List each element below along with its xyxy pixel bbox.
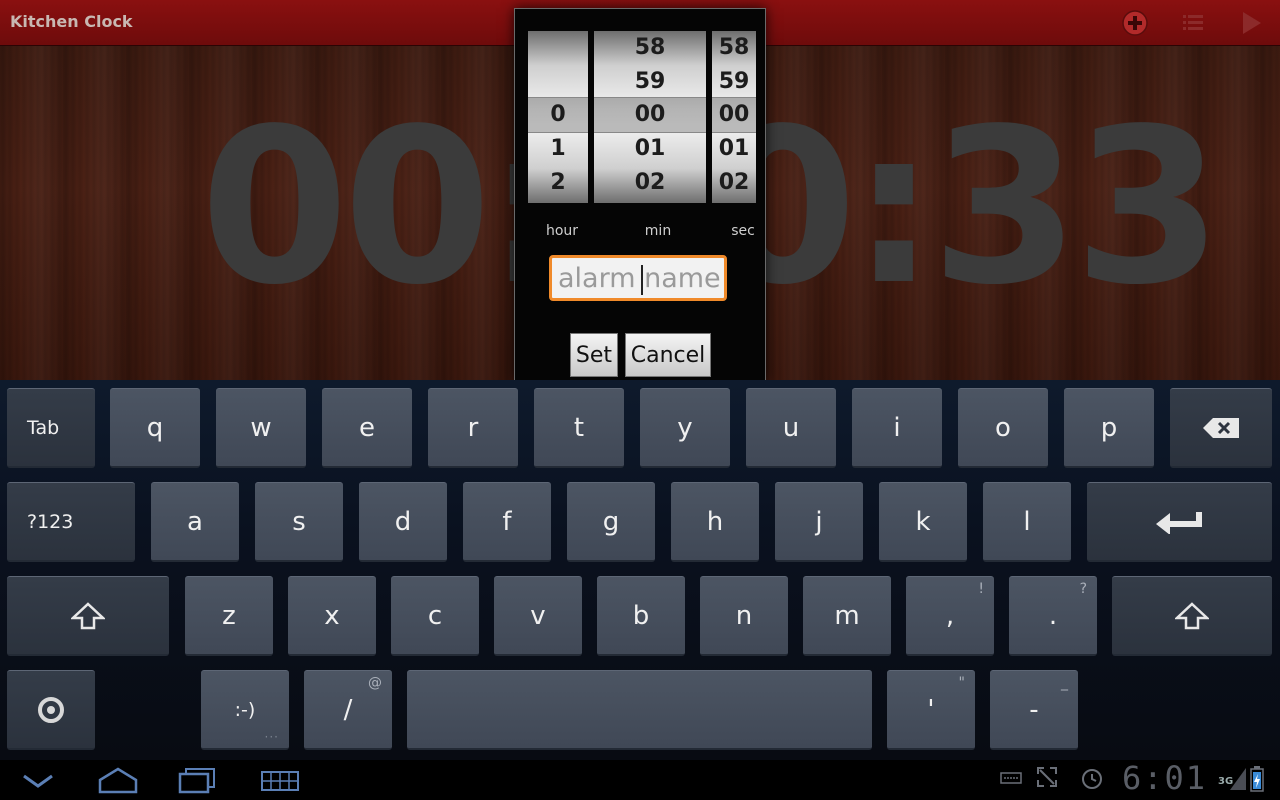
wheel-item: 0 <box>550 102 566 127</box>
list-icon[interactable] <box>1179 9 1207 37</box>
key-comma[interactable]: , ! <box>906 576 994 656</box>
symbols-key[interactable]: ?123 <box>7 482 135 562</box>
hour-label: hour <box>545 223 579 239</box>
key-j[interactable]: j <box>775 482 863 562</box>
play-icon[interactable] <box>1237 9 1265 37</box>
wheel-item <box>528 65 588 99</box>
wheel-item: 2 <box>550 170 566 195</box>
wheel-item: 59 <box>718 69 750 94</box>
app-title: Kitchen Clock <box>10 12 133 31</box>
key-z[interactable]: z <box>185 576 273 656</box>
key-period[interactable]: . ? <box>1009 576 1097 656</box>
shift-icon <box>71 601 105 629</box>
settings-key[interactable] <box>7 670 95 750</box>
smiley-label: :-) <box>234 698 256 721</box>
key-h[interactable]: h <box>671 482 759 562</box>
wheel-item: 02 <box>718 170 750 195</box>
key-k[interactable]: k <box>879 482 967 562</box>
key-n[interactable]: n <box>700 576 788 656</box>
wheel-item: 00 <box>634 102 666 127</box>
key-l[interactable]: l <box>983 482 1071 562</box>
key-x[interactable]: x <box>288 576 376 656</box>
apostrophe-label: ' <box>927 694 935 725</box>
apostrophe-hint: " <box>958 675 965 691</box>
set-button[interactable]: Set <box>570 333 618 377</box>
wheel-item: 02 <box>634 170 666 195</box>
key-b[interactable]: b <box>597 576 685 656</box>
signal-icon <box>1230 768 1246 790</box>
clock-time[interactable]: 6:01 <box>1122 760 1207 796</box>
soft-keyboard: Tab q w e r t y u i o p ?123 a s d f g h… <box>0 380 1280 760</box>
period-hint: ? <box>1079 581 1087 597</box>
slash-key[interactable]: / @ <box>304 670 392 750</box>
slash-hint: @ <box>368 675 382 691</box>
space-key[interactable] <box>407 670 872 750</box>
keyboard-status-icon <box>1000 772 1022 784</box>
screen-compat-icon[interactable] <box>1036 766 1058 788</box>
wheel-item: 58 <box>634 35 666 60</box>
key-a[interactable]: a <box>151 482 239 562</box>
key-d[interactable]: d <box>359 482 447 562</box>
smiley-key[interactable]: :-) ··· <box>201 670 289 750</box>
key-p[interactable]: p <box>1064 388 1154 468</box>
key-r[interactable]: r <box>428 388 518 468</box>
hour-wheel[interactable]: 0 1 2 <box>528 31 588 203</box>
alarm-name-input[interactable] <box>549 255 727 301</box>
comma-hint: ! <box>978 581 984 597</box>
sec-wheel[interactable]: 58 59 00 01 02 <box>712 31 756 203</box>
key-q[interactable]: q <box>110 388 200 468</box>
battery-icon <box>1250 766 1264 792</box>
dash-hint: _ <box>1061 675 1068 691</box>
cancel-button[interactable]: Cancel <box>625 333 711 377</box>
recent-apps-icon[interactable] <box>178 766 216 794</box>
key-u[interactable]: u <box>746 388 836 468</box>
dash-key[interactable]: - _ <box>990 670 1078 750</box>
wheel-item: 00 <box>718 102 750 127</box>
key-f[interactable]: f <box>463 482 551 562</box>
home-icon[interactable] <box>98 766 138 794</box>
enter-key[interactable] <box>1087 482 1272 562</box>
key-s[interactable]: s <box>255 482 343 562</box>
shift-icon <box>1175 601 1209 629</box>
key-o[interactable]: o <box>958 388 1048 468</box>
sec-label: sec <box>731 223 755 239</box>
wheel-item <box>528 31 588 65</box>
alarm-status-icon <box>1082 769 1102 789</box>
key-g[interactable]: g <box>567 482 655 562</box>
wheel-item: 01 <box>718 136 750 161</box>
key-y[interactable]: y <box>640 388 730 468</box>
enter-icon <box>1155 511 1202 534</box>
more-dots: ··· <box>264 730 279 744</box>
wheel-item: 01 <box>634 136 666 161</box>
min-label: min <box>644 223 672 239</box>
wheel-item: 58 <box>718 35 750 60</box>
text-cursor <box>641 265 643 295</box>
add-alarm-icon[interactable] <box>1121 9 1149 37</box>
key-c[interactable]: c <box>391 576 479 656</box>
system-bar: 6:01 3G <box>0 760 1280 800</box>
backspace-key[interactable] <box>1170 388 1272 468</box>
key-v[interactable]: v <box>494 576 582 656</box>
wheel-item: 59 <box>634 69 666 94</box>
back-icon[interactable] <box>20 766 56 794</box>
comma-label: , <box>945 600 955 631</box>
tab-key[interactable]: Tab <box>7 388 95 468</box>
period-label: . <box>1048 600 1058 631</box>
settings-icon <box>38 696 64 723</box>
keyboard-switch-icon[interactable] <box>260 766 300 794</box>
wheel-item: 1 <box>550 136 566 161</box>
key-w[interactable]: w <box>216 388 306 468</box>
alarm-dialog: 0 1 2 58 59 00 01 02 58 59 00 01 02 hour… <box>514 8 766 381</box>
dash-label: - <box>1029 694 1039 725</box>
slash-label: / <box>343 694 353 725</box>
apostrophe-key[interactable]: ' " <box>887 670 975 750</box>
shift-key-right[interactable] <box>1112 576 1272 656</box>
key-t[interactable]: t <box>534 388 624 468</box>
shift-key-left[interactable] <box>7 576 169 656</box>
backspace-icon <box>1203 417 1239 438</box>
key-m[interactable]: m <box>803 576 891 656</box>
min-wheel[interactable]: 58 59 00 01 02 <box>594 31 706 203</box>
key-i[interactable]: i <box>852 388 942 468</box>
key-e[interactable]: e <box>322 388 412 468</box>
